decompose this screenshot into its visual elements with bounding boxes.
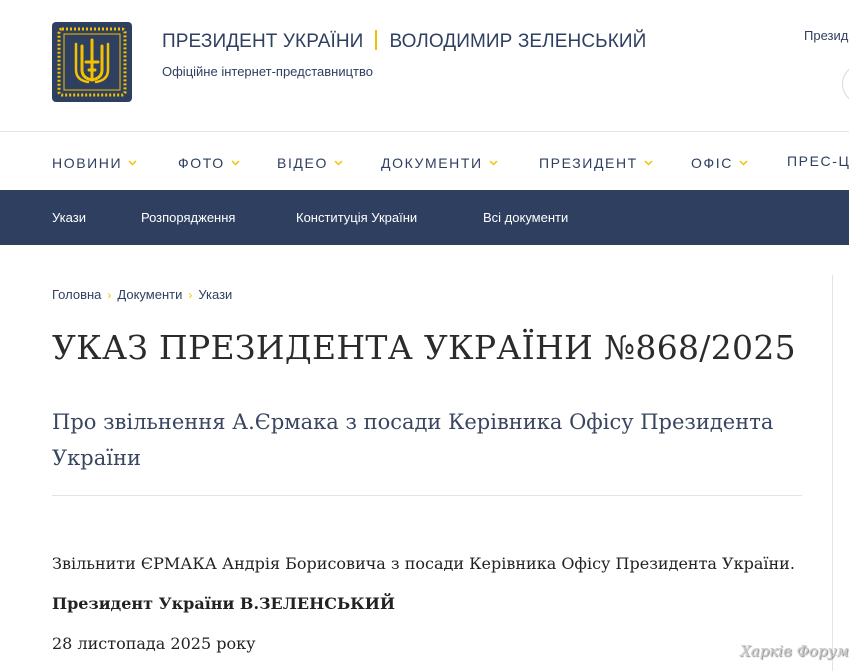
chevron-down-icon	[128, 153, 137, 169]
nav-item-label: НОВИНИ	[52, 155, 123, 171]
subnav-item-all-documents[interactable]: Всі документи	[483, 210, 568, 225]
nav-item-documents[interactable]: ДОКУМЕНТИ	[381, 153, 498, 171]
chevron-down-icon	[231, 153, 240, 169]
breadcrumb: Головна › Документи › Укази	[52, 287, 232, 302]
subnav-item-orders[interactable]: Розпорядження	[141, 210, 235, 225]
main-navigation: НОВИНИ ФОТО ВІДЕО ДОКУМЕНТИ ПРЕЗИДЕНТ ОФ…	[0, 133, 849, 190]
nav-item-label: ФОТО	[178, 155, 225, 171]
nav-item-photo[interactable]: ФОТО	[178, 153, 240, 171]
site-title-right: ВОЛОДИМИР ЗЕЛЕНСЬКИЙ	[389, 31, 647, 52]
top-right-link[interactable]: Презид	[804, 28, 848, 43]
nav-item-office[interactable]: ОФІС	[691, 153, 748, 171]
page-title: УКАЗ ПРЕЗИДЕНТА УКРАЇНИ №868/2025	[52, 328, 796, 367]
decree-body: Звільнити ЄРМАКА Андрія Борисовича з пос…	[52, 554, 795, 573]
decree-date: 28 листопада 2025 року	[52, 634, 256, 653]
chevron-down-icon	[334, 153, 343, 169]
chevron-down-icon	[644, 153, 653, 169]
nav-item-label: ПРЕЗИДЕНТ	[539, 155, 638, 171]
site-title[interactable]: ПРЕЗИДЕНТ УКРАЇНИ ВОЛОДИМИР ЗЕЛЕНСЬКИЙ	[162, 30, 646, 54]
chevron-down-icon	[739, 153, 748, 169]
forum-watermark: Харків Форум	[740, 642, 849, 660]
nav-item-label: ВІДЕО	[277, 155, 328, 171]
decree-signature: Президент України В.ЗЕЛЕНСЬКИЙ	[52, 594, 395, 613]
breadcrumb-documents[interactable]: Документи	[117, 287, 182, 302]
chevron-right-icon: ›	[107, 288, 112, 302]
subnav-item-constitution[interactable]: Конституція України	[296, 210, 417, 225]
sidebar-divider	[832, 275, 833, 671]
nav-item-label: ПРЕС-ЦЕ	[787, 153, 849, 169]
breadcrumb-home[interactable]: Головна	[52, 287, 101, 302]
nav-item-press-center[interactable]: ПРЕС-ЦЕ	[787, 153, 849, 169]
page-subtitle: Про звільнення А.Єрмака з посади Керівни…	[52, 410, 774, 470]
trident-emblem-icon[interactable]	[52, 22, 132, 102]
nav-item-video[interactable]: ВІДЕО	[277, 153, 343, 171]
site-title-left: ПРЕЗИДЕНТ УКРАЇНИ	[162, 31, 364, 52]
title-separator	[375, 30, 378, 50]
site-subtitle: Офіційне інтернет-представництво	[162, 64, 373, 79]
nav-item-label: ОФІС	[691, 155, 733, 171]
content-divider	[52, 495, 802, 496]
subnav-item-decrees[interactable]: Укази	[52, 210, 86, 225]
header-circle-button[interactable]	[842, 64, 849, 104]
breadcrumb-decrees[interactable]: Укази	[198, 287, 232, 302]
chevron-right-icon: ›	[188, 288, 193, 302]
nav-item-label: ДОКУМЕНТИ	[381, 155, 483, 171]
nav-item-president[interactable]: ПРЕЗИДЕНТ	[539, 153, 653, 171]
site-header: ПРЕЗИДЕНТ УКРАЇНИ ВОЛОДИМИР ЗЕЛЕНСЬКИЙ Оф…	[0, 0, 849, 132]
chevron-down-icon	[489, 153, 498, 169]
nav-item-news[interactable]: НОВИНИ	[52, 153, 137, 171]
documents-subnav: Укази Розпорядження Конституція України …	[0, 190, 849, 245]
